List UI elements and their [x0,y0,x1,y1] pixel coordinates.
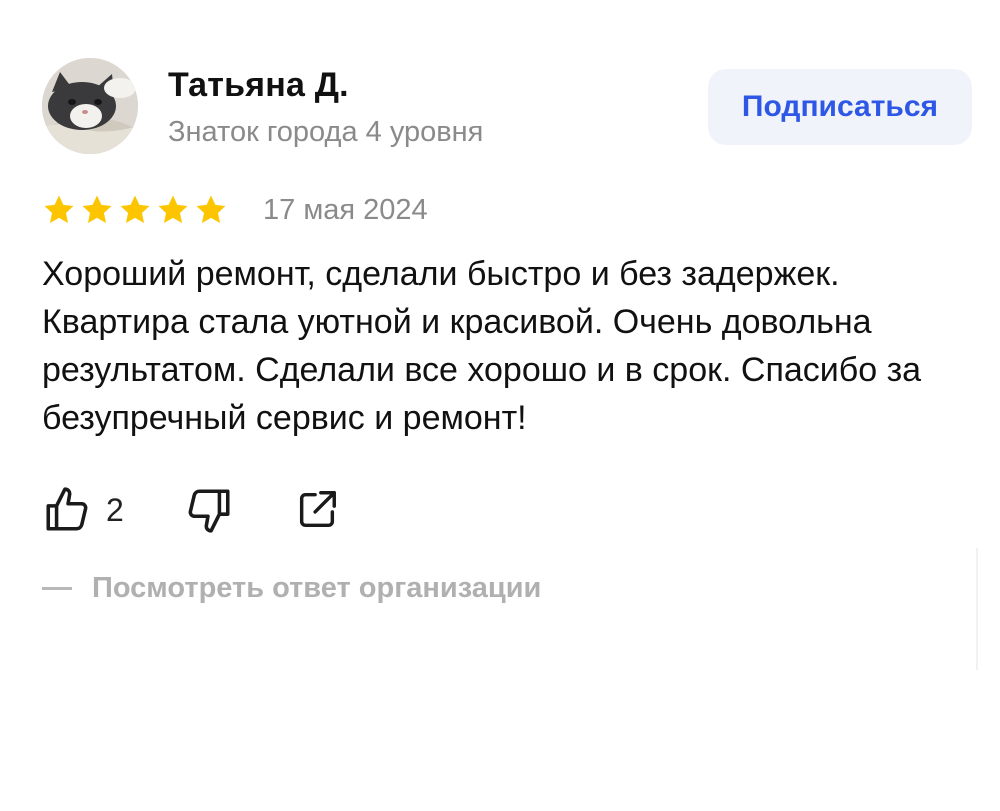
star-icon [44,195,74,224]
view-org-reply-label: Посмотреть ответ организации [92,572,542,604]
review-date: 17 мая 2024 [263,194,428,226]
thumbs-up-icon [46,487,88,531]
share-icon [299,491,336,528]
star-icon [120,195,150,224]
star-icon [82,195,112,224]
review-text: Хороший ремонт, сделали быстро и без зад… [42,255,922,437]
dislike-button[interactable] [184,485,234,540]
thumbs-down-icon [188,489,230,533]
star-icon [158,195,188,224]
author-level: Знаток города 4 уровня [168,116,484,148]
like-count: 2 [106,491,124,528]
like-button[interactable]: 2 [42,485,124,535]
edge-divider [976,548,978,670]
rating-stars [42,193,228,227]
review-card: Татьяна Д. Знаток города 4 уровня Подпис… [0,0,1000,811]
avatar[interactable] [42,58,138,154]
cat-photo-icon [42,58,138,154]
dash-icon [42,587,72,590]
star-icon [196,195,226,224]
view-org-reply-link[interactable]: Посмотреть ответ организации [42,572,541,605]
share-button[interactable] [294,487,340,538]
author-name[interactable]: Татьяна Д. [168,66,349,105]
subscribe-button[interactable]: Подписаться [708,69,972,145]
